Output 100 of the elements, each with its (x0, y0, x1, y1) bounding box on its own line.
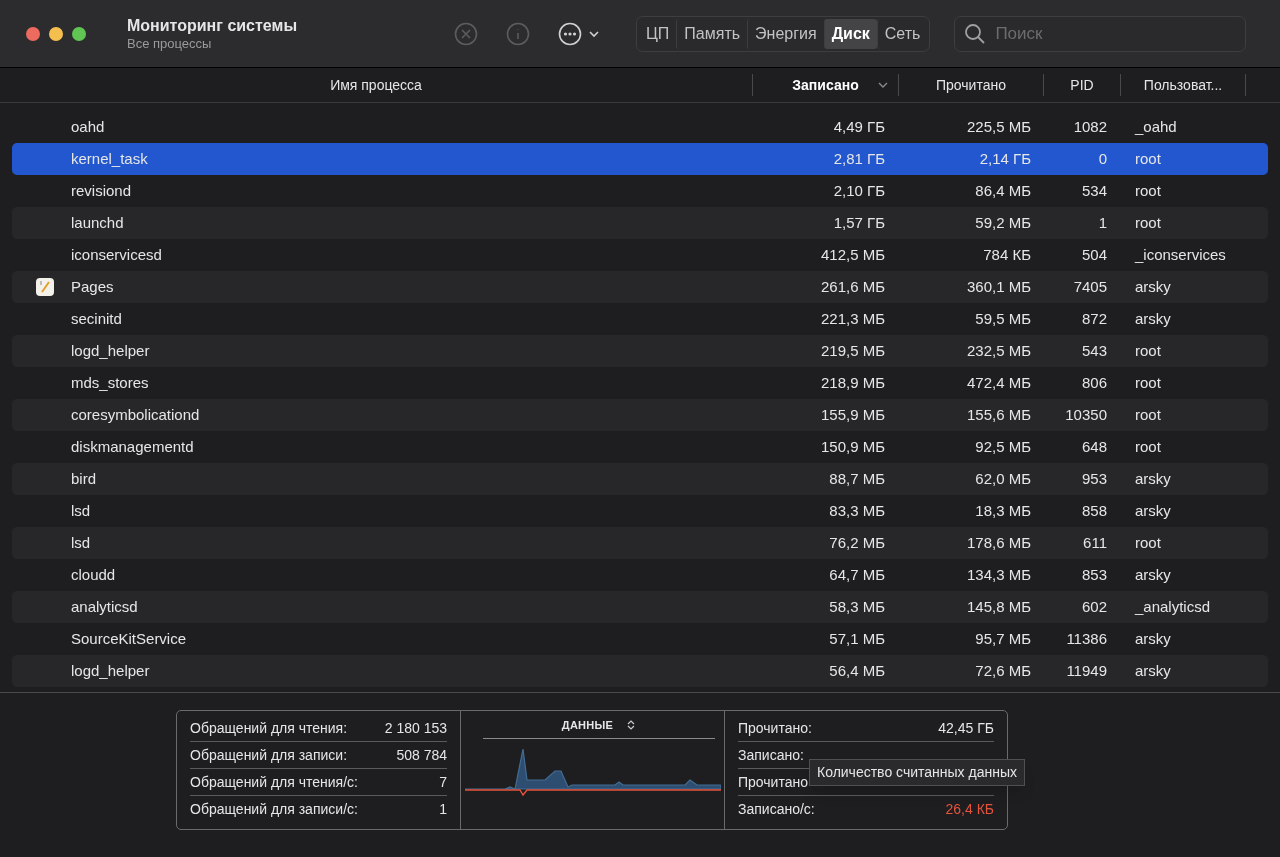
process-row[interactable]: kernel_task 2,81 ГБ 2,14 ГБ 0 root (12, 143, 1268, 175)
read-cell-text: 784 КБ (982, 244, 1031, 265)
process-row[interactable]: coresymbolicationd 155,9 МБ 155,6 МБ 10350 root (12, 399, 1268, 431)
pid-cell-text: 10350 (1064, 404, 1107, 425)
written-cell-text: 4,49 ГБ (832, 116, 885, 137)
read-cell-text: 155,6 МБ (965, 404, 1031, 425)
column-header[interactable]: PID (1044, 74, 1121, 96)
search-field[interactable]: Поиск (954, 15, 1247, 52)
process-name: secinitd (71, 308, 123, 329)
pid-cell-text: 543 (1080, 340, 1107, 361)
minimize-icon[interactable] (49, 26, 63, 41)
pid-cell-text: 11386 (1065, 628, 1107, 649)
tab[interactable]: Энергия (747, 18, 824, 49)
process-name: logd_helper (71, 660, 151, 681)
read-cell-text: 18,3 МБ (974, 500, 1031, 521)
user-cell-text: arsky (1134, 500, 1171, 521)
tab[interactable]: ЦП (639, 18, 677, 49)
user-cell-text: root (1134, 180, 1161, 201)
stat-value: 508 784 (396, 745, 447, 765)
pid-cell-text: 611 (1082, 532, 1107, 553)
pid-cell-text: 858 (1080, 500, 1107, 521)
pid-cell-text: 0 (1097, 148, 1107, 169)
column-header[interactable]: Пользоват... (1121, 74, 1246, 96)
process-row[interactable]: cloudd 64,7 МБ 134,3 МБ 853 arsky (12, 559, 1268, 591)
process-name: diskmanagementd (71, 436, 195, 457)
pid-cell-text: 504 (1080, 244, 1107, 265)
process-name: launchd (71, 212, 125, 233)
written-cell-text: 150,9 МБ (819, 436, 885, 457)
stat-label: Обращений для записи: (190, 745, 347, 765)
user-cell-text: root (1134, 148, 1161, 169)
user-cell-text: _oahd (1133, 116, 1177, 137)
stat-value: 1 (439, 800, 447, 819)
user-cell-text: arsky (1134, 308, 1171, 329)
written-cell-text: 83,3 МБ (828, 500, 885, 521)
user-cell-text: _analyticsd (1133, 596, 1211, 617)
stat-label: Обращений для чтения: (190, 718, 348, 738)
more-icon[interactable] (558, 21, 582, 46)
user-cell-text: root (1134, 404, 1161, 425)
process-row[interactable]: mds_stores 218,9 МБ 472,4 МБ 806 root (12, 367, 1268, 399)
stat-label: Прочитано: (738, 718, 812, 738)
process-row[interactable]: lsd 76,2 МБ 178,6 МБ 611 root (12, 527, 1268, 559)
read-cell-text: 92,5 МБ (974, 436, 1031, 457)
process-row[interactable]: logd_helper 219,5 МБ 232,5 МБ 543 root (12, 335, 1268, 367)
pid-cell-text: 1 (1097, 212, 1107, 233)
written-cell-text: 412,5 МБ (819, 244, 885, 265)
process-row[interactable]: Pages 261,6 МБ 360,1 МБ 7405 arsky (12, 271, 1268, 303)
written-cell-text: 64,7 МБ (828, 564, 885, 585)
process-name: Pages (71, 276, 115, 297)
process-row[interactable]: analyticsd 58,3 МБ 145,8 МБ 602 _analyticsd (12, 591, 1268, 623)
process-name: mds_stores (71, 372, 150, 393)
process-row[interactable]: bird 88,7 МБ 62,0 МБ 953 arsky (12, 463, 1268, 495)
process-row[interactable]: revisiond 2,10 ГБ 86,4 МБ 534 root (12, 175, 1268, 207)
user-cell-text: arsky (1134, 276, 1171, 297)
stat-label: Обращений для чтения/с: (190, 772, 358, 792)
pid-cell-text: 1082 (1072, 116, 1107, 137)
tab[interactable]: Диск (823, 18, 877, 49)
written-cell-text: 76,2 МБ (828, 532, 885, 553)
user-cell-text: root (1134, 532, 1161, 553)
process-row[interactable]: lsd 83,3 МБ 18,3 МБ 858 arsky (12, 495, 1268, 527)
process-row[interactable]: SourceKitService 57,1 МБ 95,7 МБ 11386 arsky (12, 623, 1268, 655)
window-title: Мониторинг системы (127, 15, 299, 36)
user-cell-text: arsky (1134, 468, 1171, 489)
sort-caret-icon (878, 80, 888, 90)
read-cell-text: 59,2 МБ (974, 212, 1031, 233)
stat-value: 7 (439, 772, 447, 792)
process-name: lsd (71, 500, 92, 521)
search-icon (964, 22, 987, 45)
user-cell-text: arsky (1134, 660, 1171, 681)
pid-cell-text: 648 (1080, 436, 1107, 457)
process-row[interactable]: launchd 1,57 ГБ 59,2 МБ 1 root (12, 207, 1268, 239)
read-cell-text: 95,7 МБ (974, 628, 1031, 649)
written-cell-text: 261,6 МБ (819, 276, 885, 297)
stat-label: Записано/с: (738, 800, 815, 819)
chart-mode-selector[interactable]: ДАННЫЕ (482, 717, 715, 739)
process-name: oahd (71, 116, 106, 137)
stat-label: Записано: (738, 745, 804, 765)
written-cell-text: 88,7 МБ (828, 468, 885, 489)
column-header[interactable]: Записано (753, 74, 899, 96)
process-row[interactable]: iconservicesd 412,5 МБ 784 КБ 504 _iconservices (12, 239, 1268, 271)
process-name: iconservicesd (71, 244, 163, 265)
process-name: analyticsd (71, 596, 139, 617)
close-icon[interactable] (26, 26, 40, 41)
read-cell-text: 2,14 ГБ (978, 148, 1031, 169)
read-cell-text: 62,0 МБ (974, 468, 1031, 489)
column-header[interactable]: Прочитано (899, 74, 1044, 96)
window-subtitle: Все процессы (127, 35, 213, 52)
process-name: bird (71, 468, 97, 489)
column-header[interactable]: Имя процесса (0, 74, 753, 96)
stat-value: 2 180 153 (384, 718, 447, 738)
written-cell-text: 218,9 МБ (819, 372, 885, 393)
written-cell-text: 58,3 МБ (828, 596, 885, 617)
tab[interactable]: Память (676, 18, 748, 49)
zoom-icon[interactable] (72, 26, 86, 41)
process-row[interactable]: oahd 4,49 ГБ 225,5 МБ 1082 _oahd (12, 111, 1268, 143)
read-cell-text: 86,4 МБ (974, 180, 1031, 201)
process-row[interactable]: logd_helper 56,4 МБ 72,6 МБ 11949 arsky (12, 655, 1268, 687)
process-row[interactable]: diskmanagementd 150,9 МБ 92,5 МБ 648 root (12, 431, 1268, 463)
tab[interactable]: Сеть (876, 18, 928, 49)
process-row[interactable]: secinitd 221,3 МБ 59,5 МБ 872 arsky (12, 303, 1268, 335)
read-cell-text: 145,8 МБ (965, 596, 1031, 617)
